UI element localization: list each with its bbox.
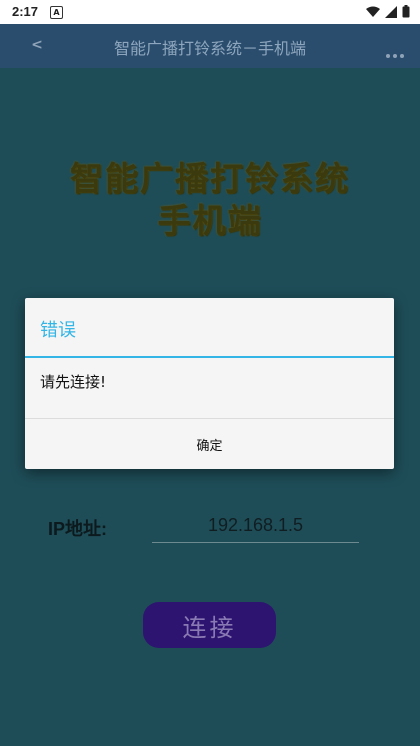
dialog-message: 请先连接! — [40, 373, 107, 391]
dialog-title-divider — [25, 356, 394, 358]
ok-button[interactable]: 确定 — [25, 419, 394, 469]
screen: 2:17 A < 智能广播打铃系统－手机端 智能广播打铃系统 手机端 IP地址:… — [0, 0, 420, 746]
error-dialog: 错误 请先连接! 确定 — [25, 298, 394, 469]
dialog-title: 错误 — [40, 320, 76, 341]
